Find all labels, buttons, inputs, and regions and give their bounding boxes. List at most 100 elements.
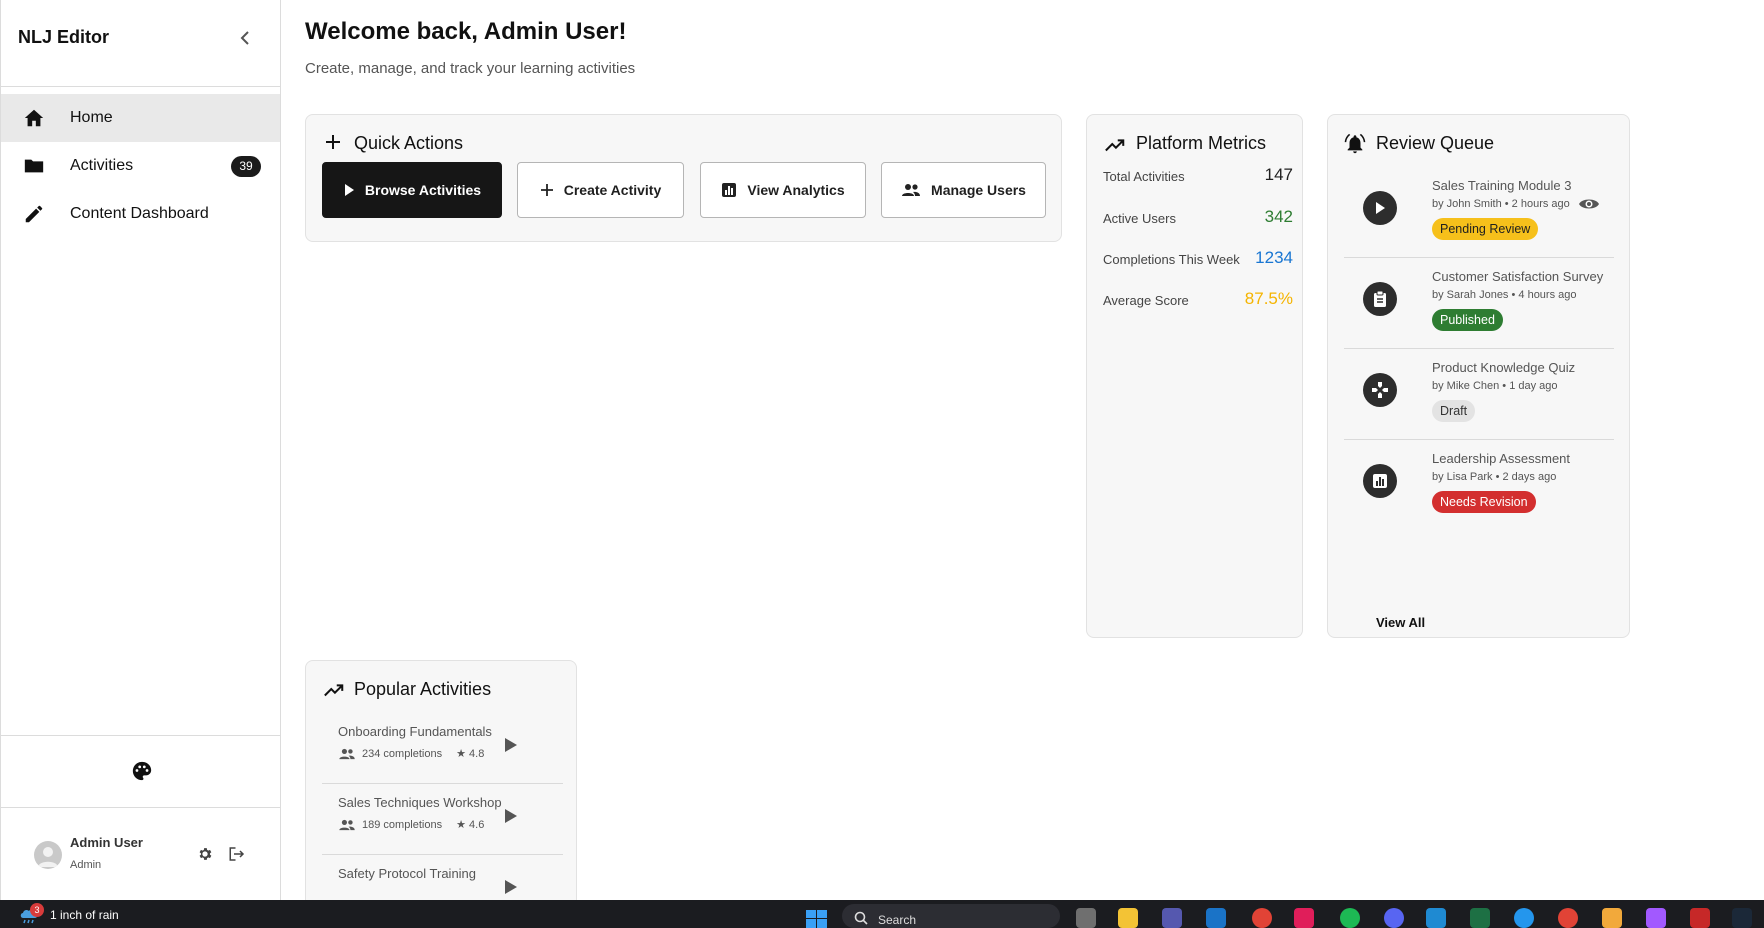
analytics-icon <box>722 183 737 197</box>
button-label: Browse Activities <box>364 182 482 198</box>
activity-title: Sales Techniques Workshop <box>338 795 502 810</box>
plus-icon <box>540 184 553 196</box>
spotify-icon[interactable] <box>1340 908 1360 928</box>
review-item-title: Customer Satisfaction Survey <box>1432 269 1604 284</box>
search-placeholder: Search <box>878 913 917 927</box>
review-item[interactable]: Product Knowledge Quiz by Mike Chen • 1 … <box>1344 349 1614 440</box>
popular-activities-card: Popular Activities Onboarding Fundamenta… <box>305 660 577 910</box>
metric-active-users: Active Users 342 <box>1103 207 1293 231</box>
people-icon <box>339 748 355 759</box>
metric-total-activities: Total Activities 147 <box>1103 165 1293 189</box>
eye-icon[interactable] <box>1578 197 1600 211</box>
teams-icon[interactable] <box>1162 908 1182 928</box>
sidebar-nav: Home Activities 39 Content Dashboard <box>1 94 280 238</box>
bell-alert-icon <box>1344 133 1366 154</box>
create-activity-button[interactable]: Create Activity <box>517 162 684 218</box>
button-label: Manage Users <box>931 182 1026 198</box>
metrics-title: Platform Metrics <box>1136 133 1267 153</box>
metric-average-score: Average Score 87.5% <box>1103 289 1293 313</box>
logout-icon[interactable] <box>228 846 246 862</box>
slack-icon[interactable] <box>1294 908 1314 928</box>
activities-count-badge: 39 <box>231 156 261 177</box>
rating: ★ 4.8 <box>456 748 485 760</box>
avatar[interactable] <box>34 841 62 869</box>
vscode-icon[interactable] <box>1426 908 1446 928</box>
sidebar-item-label: Activities <box>70 157 134 174</box>
excel-icon[interactable] <box>1470 908 1490 928</box>
metric-completions-week: Completions This Week 1234 <box>1103 248 1293 272</box>
play-icon <box>344 184 354 196</box>
clipboard-icon <box>1363 282 1397 316</box>
list-item[interactable]: Onboarding Fundamentals 234 completions … <box>322 713 563 784</box>
review-item-title: Leadership Assessment <box>1432 451 1571 466</box>
metric-label: Average Score <box>1103 293 1189 308</box>
page-title: Welcome back, Admin User! <box>305 18 627 45</box>
home-icon <box>24 109 44 127</box>
trending-up-icon <box>1105 139 1125 152</box>
quick-actions-card: Quick Actions Browse Activities Create A… <box>305 114 1062 242</box>
steam-icon[interactable] <box>1732 908 1752 928</box>
status-badge: Pending Review <box>1432 218 1539 240</box>
play-icon[interactable] <box>504 737 518 753</box>
people-icon <box>902 184 921 196</box>
app-window: NLJ Editor Home Activities 39 Content Da… <box>0 0 1764 910</box>
review-item-meta: by Mike Chen • 1 day ago <box>1432 380 1558 392</box>
play-icon[interactable] <box>504 808 518 824</box>
status-badge: Needs Revision <box>1432 491 1536 513</box>
outlook-icon[interactable] <box>1206 908 1226 928</box>
view-all-link[interactable]: View All <box>1376 615 1425 630</box>
activity-meta: 189 completions ★ 4.6 <box>338 818 484 831</box>
user-role: Admin <box>70 859 102 871</box>
task-view-icon[interactable] <box>1076 908 1096 928</box>
status-badge: Published <box>1432 309 1503 331</box>
list-item[interactable]: Sales Techniques Workshop 189 completion… <box>322 784 563 855</box>
metric-label: Active Users <box>1103 211 1176 226</box>
play-icon[interactable] <box>504 879 518 895</box>
sidebar-item-label: Content Dashboard <box>70 205 209 222</box>
sidebar-item-label: Home <box>70 109 113 126</box>
manage-users-button[interactable]: Manage Users <box>881 162 1046 218</box>
page-subtitle: Create, manage, and track your learning … <box>305 60 636 77</box>
browse-activities-button[interactable]: Browse Activities <box>322 162 502 218</box>
figma-icon[interactable] <box>1646 908 1666 928</box>
taskbar-search[interactable]: Search <box>842 904 1060 928</box>
sidebar-item-home[interactable]: Home <box>1 94 280 142</box>
metric-label: Completions This Week <box>1103 252 1240 267</box>
theme-section <box>1 735 281 808</box>
palette-icon[interactable] <box>131 760 153 782</box>
button-label: Create Activity <box>563 182 662 198</box>
review-item-meta: by Sarah Jones • 4 hours ago <box>1432 289 1577 301</box>
platform-metrics-card: Platform Metrics Total Activities 147 Ac… <box>1086 114 1303 638</box>
completions-count: 189 completions <box>362 818 443 831</box>
chevron-left-icon[interactable] <box>235 26 255 50</box>
review-item[interactable]: Customer Satisfaction Survey by Sarah Jo… <box>1344 258 1614 349</box>
app-icon[interactable] <box>1602 908 1622 928</box>
os-taskbar: 3 1 inch of rain Search <box>0 900 1764 928</box>
people-icon <box>339 819 355 830</box>
rating: ★ 4.6 <box>456 819 485 831</box>
weather-text[interactable]: 1 inch of rain <box>50 908 119 922</box>
activity-title: Onboarding Fundamentals <box>338 724 492 739</box>
file-explorer-icon[interactable] <box>1118 908 1138 928</box>
gear-icon[interactable] <box>197 846 213 862</box>
person-icon <box>38 847 58 867</box>
sidebar-header: NLJ Editor <box>1 0 280 87</box>
view-analytics-button[interactable]: View Analytics <box>700 162 866 218</box>
review-item[interactable]: Leadership Assessment by Lisa Park • 2 d… <box>1344 440 1614 531</box>
plus-icon <box>326 135 340 149</box>
metric-value: 342 <box>1264 207 1293 226</box>
discord-icon[interactable] <box>1384 908 1404 928</box>
docker-icon[interactable] <box>1514 908 1534 928</box>
trending-up-icon <box>324 684 344 697</box>
chrome-profile-icon[interactable] <box>1558 908 1578 928</box>
review-item-title: Sales Training Module 3 <box>1432 178 1572 193</box>
chrome-icon[interactable] <box>1252 908 1272 928</box>
folder-icon <box>24 159 44 173</box>
pencil-icon <box>25 205 43 223</box>
review-item[interactable]: Sales Training Module 3 by John Smith • … <box>1344 167 1614 258</box>
sidebar-item-activities[interactable]: Activities 39 <box>1 142 280 190</box>
windows-start-icon[interactable] <box>806 910 828 928</box>
app-icon[interactable] <box>1690 908 1710 928</box>
play-circle-icon <box>1363 191 1397 225</box>
sidebar-item-content-dashboard[interactable]: Content Dashboard <box>1 190 280 238</box>
